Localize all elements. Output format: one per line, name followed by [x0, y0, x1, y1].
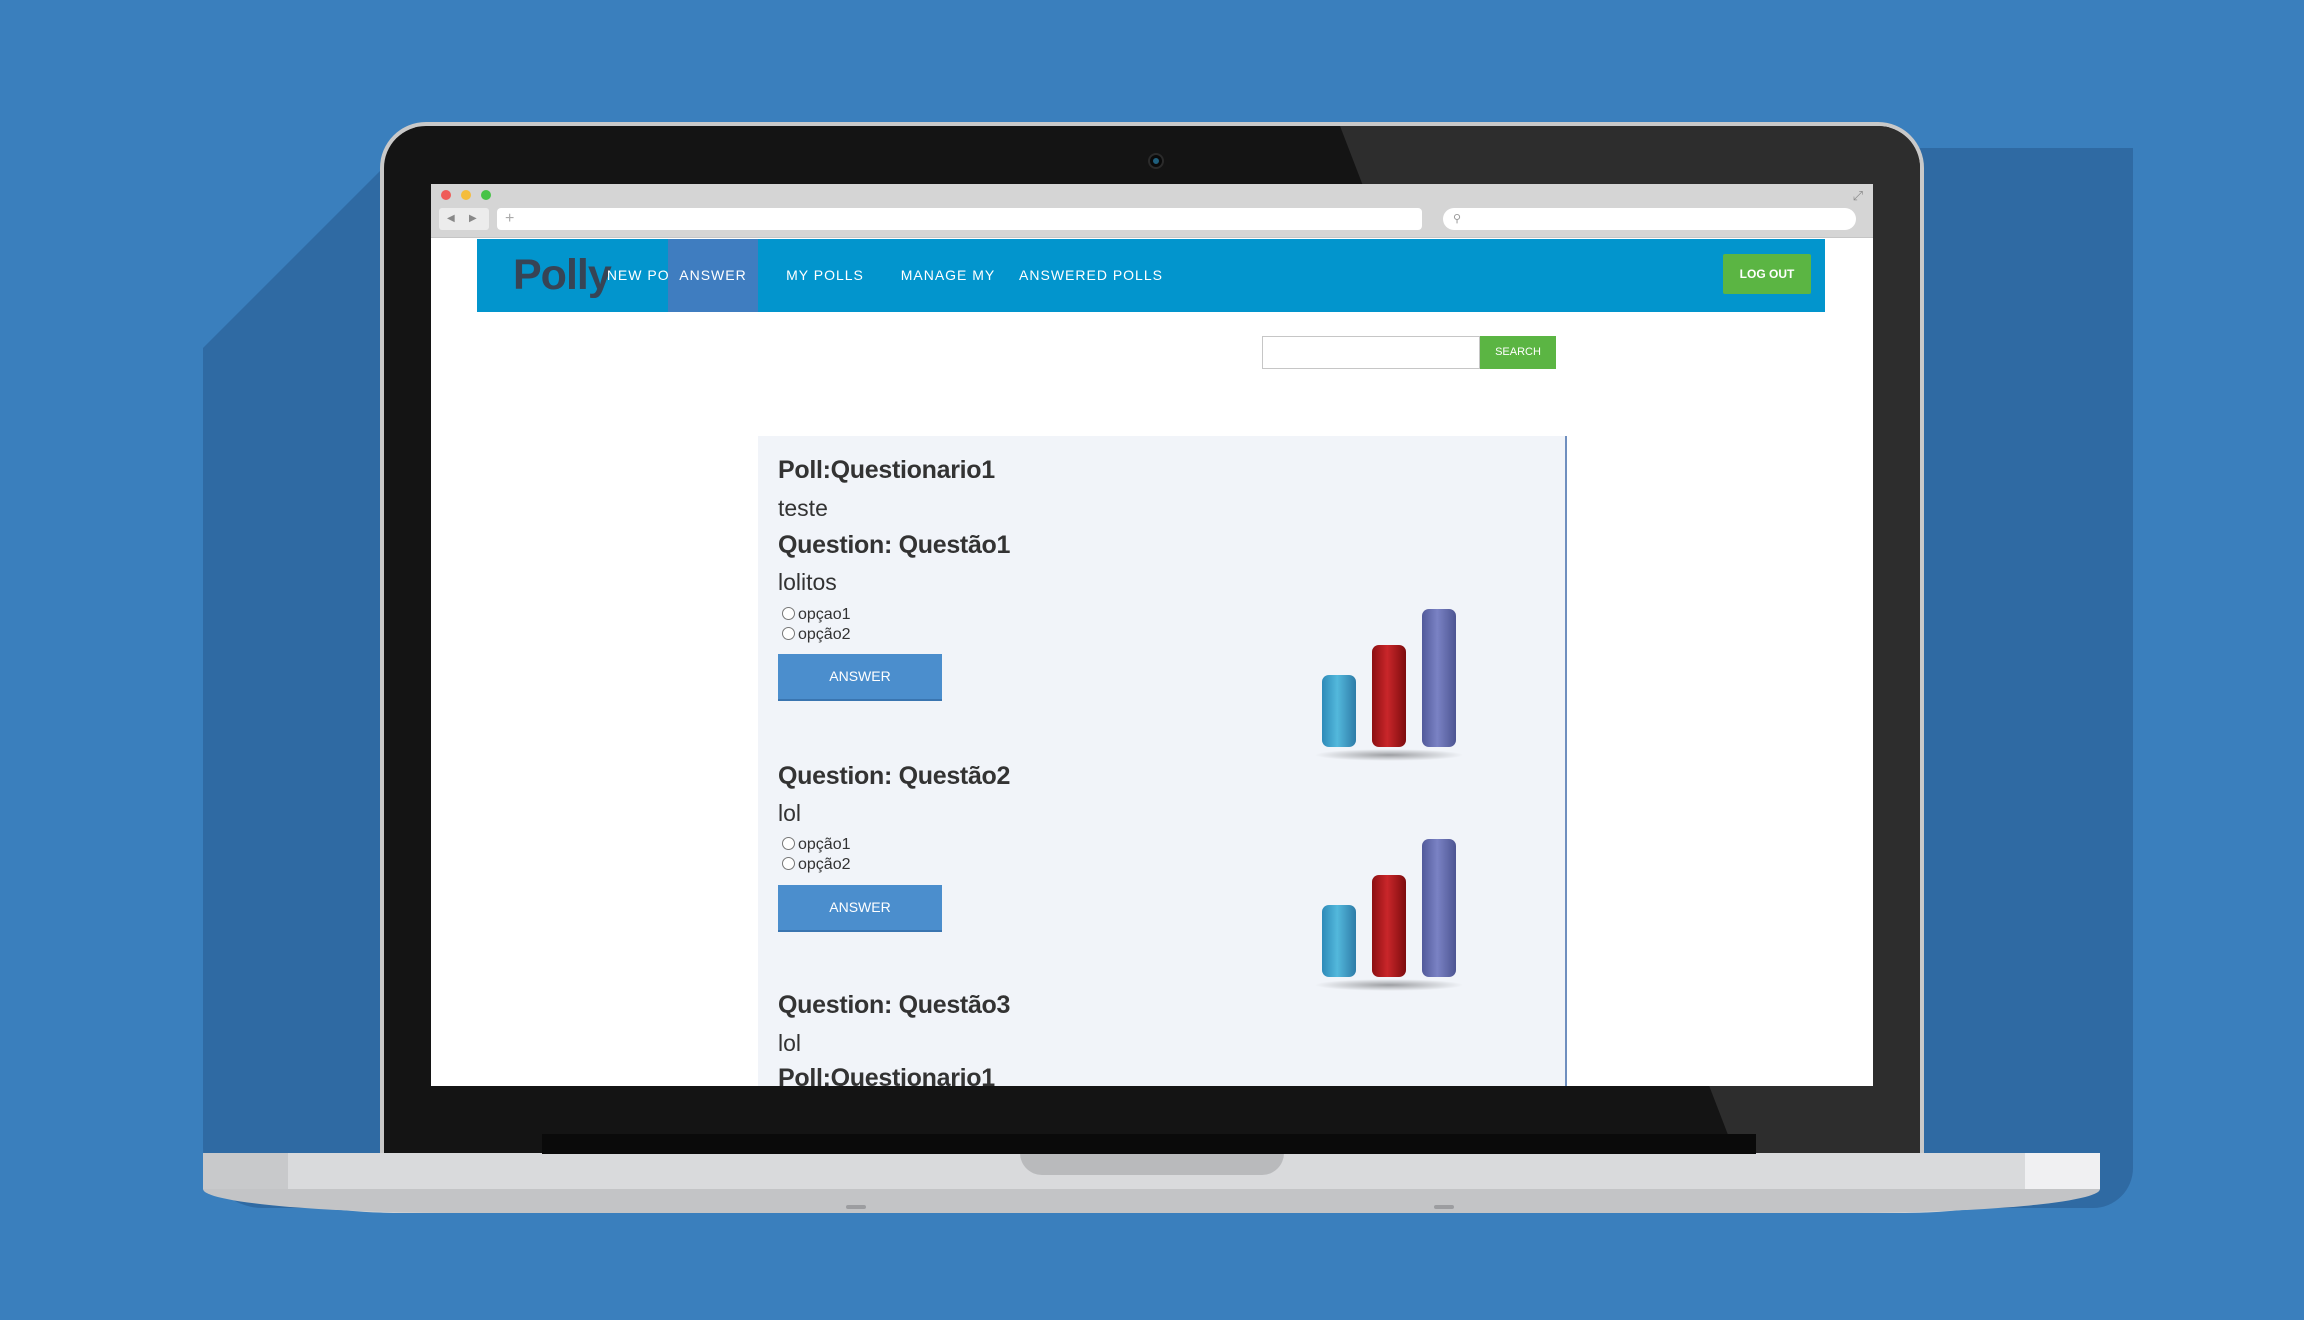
option-radio[interactable]: opção2	[782, 856, 851, 874]
question-text: lol	[778, 800, 802, 826]
question-text: lol	[778, 1030, 802, 1056]
browser-chrome: ⤢ ◀ ▶ + ⚲	[431, 184, 1873, 238]
nav-item-answer-polls[interactable]: ANSWER POLLS	[668, 239, 758, 356]
answer-button[interactable]: ANSWER	[778, 885, 942, 930]
question-text: lolitos	[778, 569, 837, 595]
web-page: Polly NEW POLL ANSWER POLLS MY POLLS RES…	[431, 239, 1873, 1086]
laptop-foot	[1434, 1205, 1454, 1209]
back-icon[interactable]: ◀	[447, 208, 455, 230]
laptop-base-bottom	[203, 1189, 2100, 1213]
search-input[interactable]	[1262, 336, 1480, 369]
nav-item-my-polls-results[interactable]: MY POLLS RESULTS	[763, 239, 887, 356]
navbar: Polly NEW POLL ANSWER POLLS MY POLLS RES…	[477, 239, 1825, 356]
radio-icon[interactable]	[782, 607, 795, 620]
option-radio[interactable]: opção1	[782, 836, 851, 854]
bar-chart-icon[interactable]	[1314, 601, 1464, 761]
poll-title: Poll:Questionario1	[778, 1064, 995, 1086]
option-radio[interactable]: opção2	[782, 626, 851, 644]
laptop-notch	[1020, 1153, 1284, 1175]
radio-icon[interactable]	[782, 627, 795, 640]
logout-button[interactable]: LOG OUT	[1723, 254, 1811, 294]
radio-icon[interactable]	[782, 837, 795, 850]
poll-content: Poll:Questionario1 teste Question: Quest…	[758, 436, 1567, 1086]
laptop-base-right	[2025, 1153, 2100, 1189]
browser-nav-buttons: ◀ ▶	[439, 208, 489, 230]
camera-icon	[1150, 155, 1162, 167]
laptop-hinge	[542, 1134, 1756, 1154]
radio-icon[interactable]	[782, 857, 795, 870]
search-button[interactable]: SEARCH	[1480, 336, 1556, 369]
answer-button[interactable]: ANSWER	[778, 654, 942, 699]
close-window-icon[interactable]	[441, 190, 451, 200]
address-bar[interactable]: +	[497, 208, 1422, 230]
new-tab-icon[interactable]: +	[505, 210, 514, 227]
nav-item-manage-my-polls[interactable]: MANAGE MY POLLS	[891, 239, 1005, 356]
option-radio[interactable]: opçao1	[782, 606, 851, 624]
bar-chart-icon[interactable]	[1314, 831, 1464, 991]
laptop-foot	[846, 1205, 866, 1209]
minimize-window-icon[interactable]	[461, 190, 471, 200]
forward-icon[interactable]: ▶	[469, 208, 477, 230]
question-title: Question: Questão1	[778, 531, 1011, 559]
expand-icon[interactable]: ⤢	[1853, 188, 1863, 204]
question-title: Question: Questão3	[778, 991, 1011, 1019]
laptop-screen: ⤢ ◀ ▶ + ⚲ Polly NEW POLL ANSWER POLLS MY…	[431, 184, 1873, 1086]
maximize-window-icon[interactable]	[481, 190, 491, 200]
browser-search-bar[interactable]: ⚲	[1443, 208, 1856, 230]
poll-title: Poll:Questionario1	[778, 456, 995, 484]
poll-description: teste	[778, 495, 828, 521]
brand-logo[interactable]: Polly	[513, 251, 612, 300]
question-title: Question: Questão2	[778, 762, 1011, 790]
laptop-base-left	[203, 1153, 288, 1189]
nav-item-answered-polls-results[interactable]: ANSWERED POLLS RESULTS	[1010, 239, 1172, 356]
search-icon: ⚲	[1453, 213, 1462, 225]
